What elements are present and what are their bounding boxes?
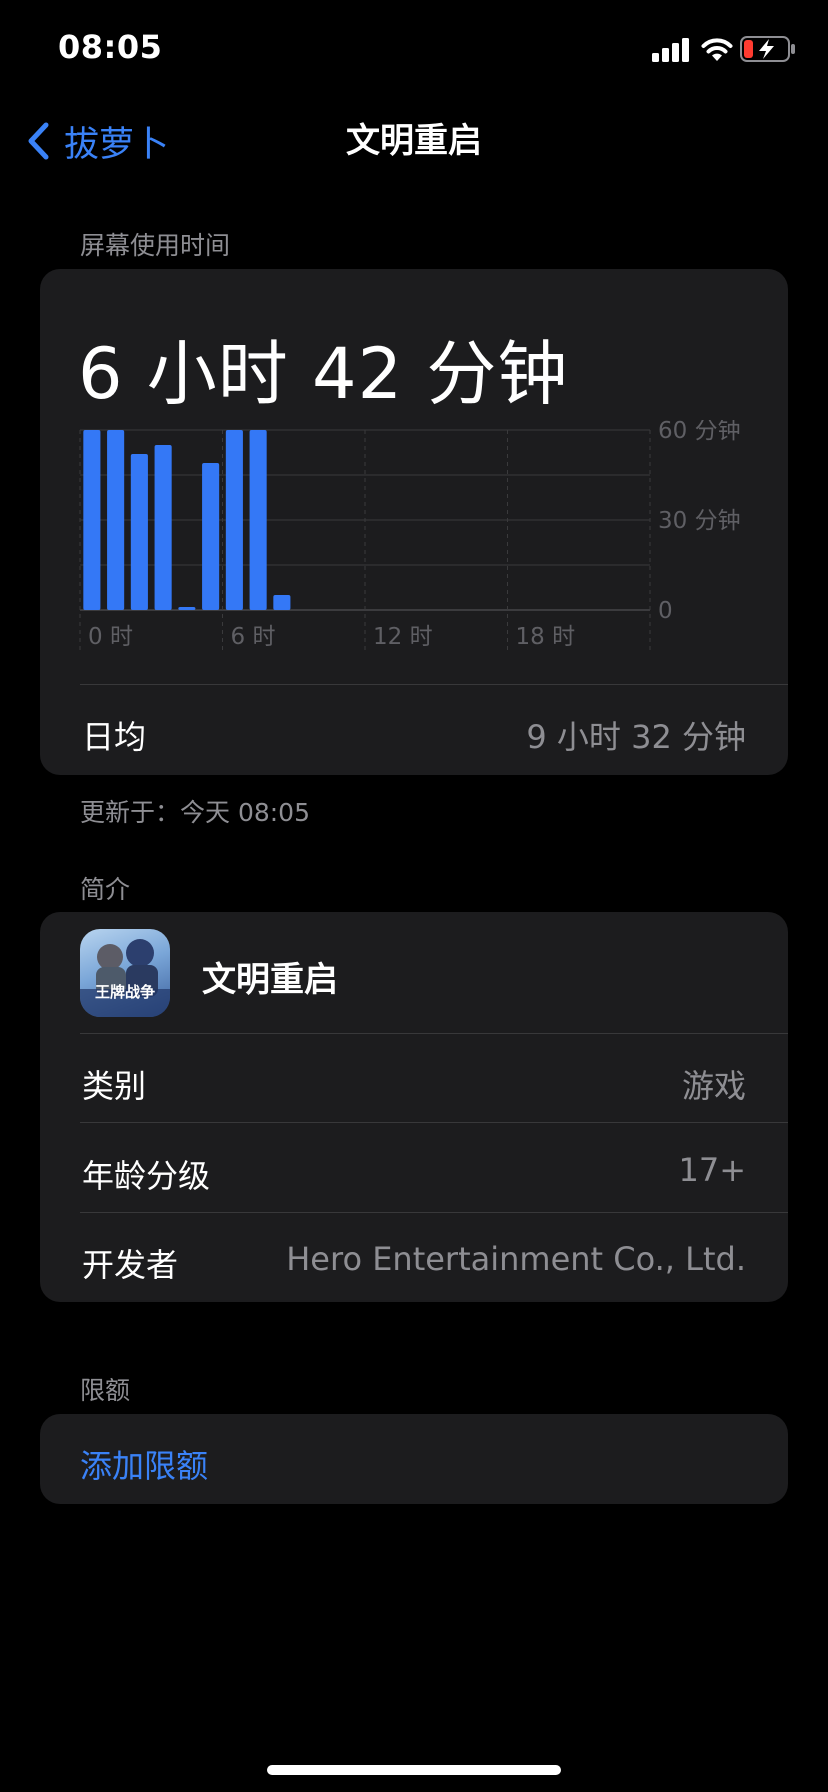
daily-average-value: 9 小时 32 分钟 <box>526 718 746 756</box>
divider <box>80 1212 788 1213</box>
x-tick-label: 0 时 <box>88 624 133 650</box>
daily-average-label: 日均 <box>82 718 147 756</box>
back-button[interactable]: 拔萝卜 <box>26 118 170 165</box>
usage-bar <box>154 445 172 610</box>
category-value: 游戏 <box>681 1067 746 1105</box>
usage-bar <box>273 595 291 610</box>
app-icon-title: 王牌战争 <box>94 983 155 1001</box>
divider <box>80 684 788 685</box>
hourly-usage-chart: 0 时 6 时 12 时 18 时 60 分钟 30 分钟 0 <box>79 420 741 652</box>
developer-label: 开发者 <box>82 1246 179 1284</box>
category-label: 类别 <box>82 1067 147 1105</box>
usage-bar <box>202 463 220 610</box>
x-tick-label: 12 时 <box>373 624 433 650</box>
chevron-left-icon <box>28 122 49 160</box>
usage-bar <box>107 430 125 610</box>
app-icon: 王牌战争 <box>80 929 170 1017</box>
y-tick-label: 60 分钟 <box>658 420 741 444</box>
back-label: 拔萝卜 <box>64 124 170 165</box>
usage-bar <box>130 454 148 610</box>
age-rating-value: 17+ <box>678 1151 746 1189</box>
updated-time: 更新于：今天 08:05 <box>80 798 310 827</box>
home-indicator[interactable] <box>267 1765 561 1775</box>
total-usage: 6 小时 42 分钟 <box>78 333 569 415</box>
x-tick-label: 6 时 <box>231 624 276 650</box>
divider <box>80 1122 788 1123</box>
screen-time-section-label: 屏幕使用时间 <box>80 231 231 260</box>
intro-section-label: 简介 <box>80 875 131 904</box>
y-tick-label: 30 分钟 <box>658 508 741 534</box>
app-icon-artwork <box>80 939 170 1017</box>
add-limit-button[interactable]: 添加限额 <box>80 1441 208 1487</box>
usage-bar <box>249 430 267 610</box>
developer-value: Hero Entertainment Co., Ltd. <box>286 1240 746 1278</box>
usage-bar <box>178 607 196 610</box>
limits-section-label: 限额 <box>80 1376 131 1405</box>
usage-bar <box>83 430 101 610</box>
battery-charging-icon <box>740 36 795 62</box>
y-tick-label: 0 <box>658 598 673 624</box>
divider <box>80 1033 788 1034</box>
app-name: 文明重启 <box>202 960 338 1000</box>
age-rating-label: 年龄分级 <box>82 1157 211 1195</box>
status-time: 08:05 <box>58 28 163 66</box>
x-tick-label: 18 时 <box>516 624 576 650</box>
cellular-signal-icon <box>652 38 689 62</box>
usage-bar <box>225 430 243 610</box>
wifi-icon <box>701 38 733 61</box>
